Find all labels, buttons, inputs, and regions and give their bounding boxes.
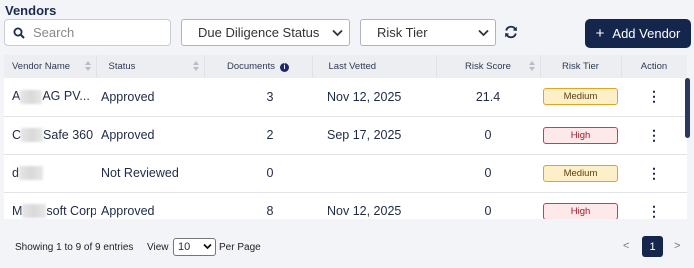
redacted-text	[21, 128, 44, 143]
next-page-button[interactable]: >	[674, 240, 680, 252]
vendors-table: Vendor Name Status Documents i Last Vette…	[4, 55, 687, 219]
vendor-risk-score: 0	[484, 204, 492, 218]
redacted-text	[20, 90, 43, 105]
search-box[interactable]	[4, 19, 171, 46]
table-scrollbar[interactable]	[685, 78, 690, 138]
per-page-label: Per Page	[219, 242, 261, 253]
redacted-text	[22, 204, 47, 219]
sort-icon	[192, 61, 199, 71]
vendor-status: Approved	[101, 204, 155, 218]
vendor-status: Approved	[101, 89, 155, 104]
vendor-name[interactable]: C Safe 360	[4, 116, 96, 154]
column-header-status[interactable]: Status	[96, 55, 205, 78]
column-header-action: Action	[621, 55, 687, 78]
vendor-documents: 0	[266, 166, 274, 180]
risk-tier-select[interactable]: Risk Tier	[360, 19, 496, 46]
chevron-down-icon	[203, 241, 212, 253]
action-cell: ⋮	[621, 78, 687, 116]
vendor-name[interactable]: Msoft Corp	[4, 192, 96, 219]
table-row[interactable]: C Safe 360 Approved 2 Sep 17, 2025 0 High…	[4, 116, 687, 154]
risk-tier-cell: Medium	[540, 78, 621, 116]
more-options-icon[interactable]: ⋮	[647, 127, 661, 143]
page-title: Vendors	[5, 3, 57, 18]
per-page-select[interactable]: 10	[173, 238, 216, 256]
vendor-last-vetted	[312, 154, 436, 192]
column-header-vendor-name[interactable]: Vendor Name	[4, 55, 97, 78]
more-options-icon[interactable]: ⋮	[647, 88, 661, 104]
vendor-documents: 2	[266, 128, 274, 142]
info-icon[interactable]: i	[280, 63, 290, 72]
refresh-icon[interactable]	[503, 24, 519, 40]
risk-tier-cell: High	[540, 116, 621, 154]
page-1-button[interactable]: 1	[642, 236, 663, 257]
action-cell: ⋮	[621, 192, 687, 219]
due-diligence-status-label: Due Diligence Status	[198, 25, 320, 40]
column-header-risk-tier[interactable]: Risk Tier	[540, 55, 622, 78]
sort-icon	[528, 61, 535, 71]
per-page-value: 10	[178, 241, 191, 253]
column-header-documents[interactable]: Documents i	[204, 55, 313, 78]
search-icon	[5, 27, 33, 39]
vendor-risk-score: 21.4	[475, 89, 501, 104]
column-header-risk-score[interactable]: Risk Score	[436, 55, 541, 78]
entries-summary: Showing 1 to 9 of 9 entries	[15, 242, 134, 253]
vendor-name[interactable]: d	[4, 154, 96, 192]
risk-tier-badge: High	[543, 202, 618, 219]
vendor-documents: 8	[266, 204, 274, 218]
column-header-last-vetted[interactable]: Last Vetted	[312, 55, 437, 78]
more-options-icon[interactable]: ⋮	[647, 203, 661, 219]
vendor-risk-score: 0	[484, 166, 492, 180]
table-header-row: Vendor Name Status Documents i Last Vette…	[4, 55, 687, 78]
vendor-status: Not Reviewed	[101, 166, 179, 180]
risk-tier-cell: High	[540, 192, 621, 219]
table-row[interactable]: Msoft Corp Approved 8 Nov 12, 2025 0 Hig…	[4, 192, 687, 219]
view-label: View	[147, 242, 169, 253]
sort-icon	[84, 61, 91, 71]
risk-tier-cell: Medium	[540, 154, 621, 192]
vendor-last-vetted: Nov 12, 2025	[327, 204, 402, 218]
add-vendor-button[interactable]: + Add Vendor	[585, 19, 691, 48]
search-input[interactable]	[33, 25, 163, 40]
redacted-text	[18, 166, 43, 181]
table-row[interactable]: d Not Reviewed 0 0 Medium ⋮	[4, 154, 687, 192]
chevron-down-icon	[478, 25, 489, 40]
due-diligence-status-select[interactable]: Due Diligence Status	[181, 19, 350, 46]
add-vendor-label: Add Vendor	[612, 26, 681, 41]
vendor-last-vetted: Nov 12, 2025	[327, 89, 402, 104]
risk-tier-badge: High	[543, 126, 618, 144]
action-cell: ⋮	[621, 154, 687, 192]
risk-tier-badge: Medium	[543, 164, 618, 182]
chevron-down-icon	[332, 25, 343, 40]
table-footer: Showing 1 to 9 of 9 entries View 10 Per …	[0, 228, 694, 268]
vendor-documents: 3	[266, 89, 274, 104]
more-options-icon[interactable]: ⋮	[647, 165, 661, 181]
vendor-risk-score: 0	[484, 128, 492, 142]
vendor-status: Approved	[101, 128, 155, 142]
risk-tier-badge: Medium	[543, 88, 618, 106]
risk-tier-filter-label: Risk Tier	[377, 25, 428, 40]
vendor-last-vetted: Sep 17, 2025	[327, 128, 402, 142]
table-row[interactable]: A AG PV... Approved 3 Nov 12, 2025 21.4 M…	[4, 78, 687, 116]
vendor-name[interactable]: A AG PV...	[4, 78, 96, 116]
prev-page-button[interactable]: <	[623, 240, 629, 252]
action-cell: ⋮	[621, 116, 687, 154]
plus-icon: +	[595, 25, 605, 42]
